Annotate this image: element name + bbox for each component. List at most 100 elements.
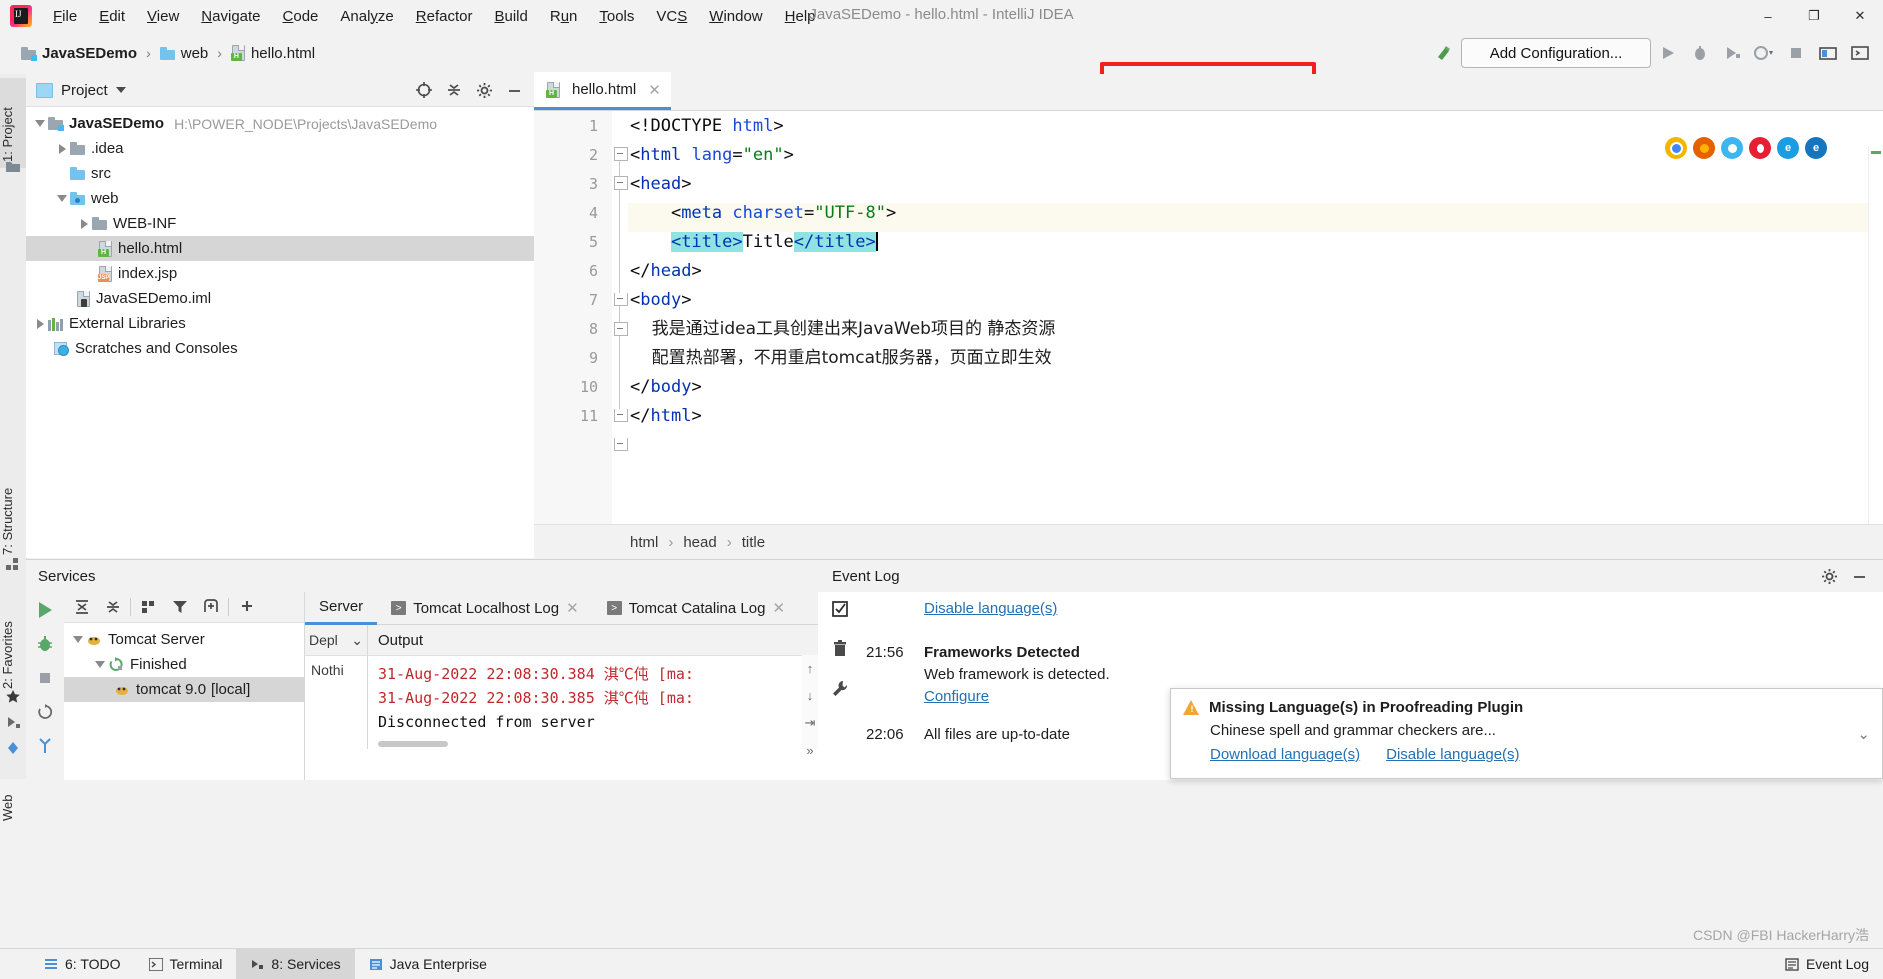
event-log-link-configure[interactable]: Configure xyxy=(924,686,1110,708)
tree-row-webinf[interactable]: WEB-INF xyxy=(26,211,534,236)
debug-icon[interactable] xyxy=(1685,39,1715,67)
add-icon[interactable] xyxy=(233,595,260,619)
chrome-icon[interactable] xyxy=(1665,137,1687,159)
mark-read-icon[interactable] xyxy=(826,596,854,622)
menu-build[interactable]: Build xyxy=(483,4,538,29)
menu-bar[interactable]: File Edit View Navigate Code Analyze Ref… xyxy=(42,0,827,32)
notification-popup[interactable]: ! Missing Language(s) in Proofreading Pl… xyxy=(1170,688,1883,779)
menu-edit[interactable]: Edit xyxy=(88,4,136,29)
hide-icon[interactable] xyxy=(500,77,528,103)
settings-wrench-icon[interactable] xyxy=(826,676,854,702)
run-coverage-icon[interactable] xyxy=(1717,39,1747,67)
close-icon[interactable]: ✕ xyxy=(648,81,661,99)
run-icon[interactable] xyxy=(1653,39,1683,67)
menu-navigate[interactable]: Navigate xyxy=(190,4,271,29)
status-item-todo[interactable]: 6: TODO xyxy=(30,949,135,979)
tree-row-web[interactable]: web xyxy=(26,186,534,211)
sidebar-item-structure[interactable]: 7: Structure xyxy=(0,449,26,561)
fold-marker[interactable] xyxy=(614,409,628,422)
locate-icon[interactable] xyxy=(410,77,438,103)
expand-arrow-icon[interactable] xyxy=(32,116,48,132)
filter-icon[interactable] xyxy=(166,595,193,619)
close-icon[interactable]: ✕ xyxy=(566,599,579,617)
status-item-event-log[interactable]: Event Log xyxy=(1771,949,1883,979)
status-item-terminal[interactable]: Terminal xyxy=(135,949,237,979)
breadcrumb-head[interactable]: head xyxy=(679,532,720,553)
code-editor[interactable]: 1 2 3 4 5 6 7 8 9 10 11 <!DOCTYPE html> … xyxy=(534,111,1883,559)
expand-arrow-icon[interactable] xyxy=(70,632,86,648)
maximize-button[interactable]: ❐ xyxy=(1791,0,1837,32)
settings-sync-icon[interactable] xyxy=(1813,39,1843,67)
opera-icon[interactable] xyxy=(1749,137,1771,159)
expand-arrow-icon[interactable] xyxy=(54,191,70,207)
menu-vcs[interactable]: VCS xyxy=(645,4,698,29)
minimize-button[interactable]: – xyxy=(1745,0,1791,32)
fold-marker[interactable] xyxy=(614,322,628,336)
breadcrumb-file[interactable]: H hello.html xyxy=(226,43,320,64)
hide-icon[interactable] xyxy=(1845,563,1873,589)
sidebar-item-project[interactable]: 1: Project xyxy=(0,78,26,168)
notification-link-download[interactable]: Download language(s) xyxy=(1210,746,1360,763)
services-tree-row-tomcat-server[interactable]: Tomcat Server xyxy=(64,627,304,652)
breadcrumb-html[interactable]: html xyxy=(626,532,662,553)
chevron-down-icon[interactable] xyxy=(115,87,126,93)
fold-marker[interactable] xyxy=(614,293,628,306)
services-tab-localhost-log[interactable]: > Tomcat Localhost Log ✕ xyxy=(377,593,593,624)
menu-code[interactable]: Code xyxy=(272,4,330,29)
menu-analyze[interactable]: Analyze xyxy=(329,4,404,29)
tree-row-iml[interactable]: JavaSEDemo.iml xyxy=(26,286,534,311)
breadcrumb-web[interactable]: web xyxy=(155,43,214,64)
services-tab-server[interactable]: Server xyxy=(305,591,378,625)
editor-tab-hello-html[interactable]: H hello.html ✕ xyxy=(534,72,671,110)
chevron-down-icon[interactable]: ⌄ xyxy=(351,632,363,649)
editor-marker-bar[interactable] xyxy=(1868,147,1883,559)
tree-row-project[interactable]: JavaSEDemo H:\POWER_NODE\Projects\JavaSE… xyxy=(26,111,534,136)
more-icon[interactable]: » xyxy=(803,743,817,758)
code-folding-gutter[interactable] xyxy=(612,111,628,559)
tree-row-index-jsp[interactable]: JSP index.jsp xyxy=(26,261,534,286)
sidebar-item-favorites[interactable]: 2: Favorites xyxy=(0,579,26,695)
menu-file[interactable]: File xyxy=(42,4,88,29)
tree-row-scratches[interactable]: Scratches and Consoles xyxy=(26,336,534,361)
add-configuration-button[interactable]: Add Configuration... xyxy=(1461,38,1651,68)
down-icon[interactable]: ↓ xyxy=(803,688,817,703)
collapse-all-icon[interactable] xyxy=(440,77,468,103)
close-icon[interactable]: ✕ xyxy=(772,599,785,617)
search-everywhere-icon[interactable] xyxy=(1845,39,1875,67)
services-tree-row-finished[interactable]: Finished xyxy=(64,652,304,677)
status-item-services[interactable]: 8: Services xyxy=(236,949,355,979)
stop-icon[interactable] xyxy=(1781,39,1811,67)
up-icon[interactable]: ↑ xyxy=(803,661,817,676)
soft-wrap-icon[interactable]: ⇥ xyxy=(803,715,817,731)
browser-launch-strip[interactable]: e e xyxy=(1665,137,1827,159)
fold-marker[interactable] xyxy=(614,176,628,190)
tree-row-external-libraries[interactable]: External Libraries xyxy=(26,311,534,336)
tree-row-idea[interactable]: .idea xyxy=(26,136,534,161)
collapse-all-icon[interactable] xyxy=(99,595,126,619)
menu-run[interactable]: Run xyxy=(539,4,589,29)
expand-arrow-icon[interactable] xyxy=(92,657,108,673)
status-item-java-enterprise[interactable]: Java Enterprise xyxy=(355,949,501,979)
breadcrumb-title[interactable]: title xyxy=(738,532,769,553)
firefox-icon[interactable] xyxy=(1693,137,1715,159)
menu-tools[interactable]: Tools xyxy=(588,4,645,29)
expand-arrow-icon[interactable] xyxy=(32,316,48,332)
build-icon[interactable] xyxy=(1429,39,1459,67)
services-tree-row-tomcat-local[interactable]: tomcat 9.0 [local] xyxy=(64,677,304,702)
add-frame-icon[interactable] xyxy=(197,595,224,619)
expand-arrow-icon[interactable] xyxy=(76,216,92,232)
breadcrumb-project[interactable]: JavaSEDemo xyxy=(16,43,142,64)
gear-icon[interactable] xyxy=(470,77,498,103)
menu-refactor[interactable]: Refactor xyxy=(405,4,484,29)
edge-legacy-icon[interactable]: e xyxy=(1805,137,1827,159)
sidebar-item-web[interactable]: Web xyxy=(0,767,26,827)
fold-marker[interactable] xyxy=(614,438,628,451)
notification-link-disable[interactable]: Disable language(s) xyxy=(1386,746,1519,763)
delete-icon[interactable] xyxy=(826,636,854,662)
chevron-down-icon[interactable]: ⌄ xyxy=(1857,725,1870,743)
expand-arrow-icon[interactable] xyxy=(54,141,70,157)
menu-view[interactable]: View xyxy=(136,4,190,29)
edge-icon[interactable]: e xyxy=(1777,137,1799,159)
safari-icon[interactable] xyxy=(1721,137,1743,159)
group-icon[interactable] xyxy=(135,595,162,619)
